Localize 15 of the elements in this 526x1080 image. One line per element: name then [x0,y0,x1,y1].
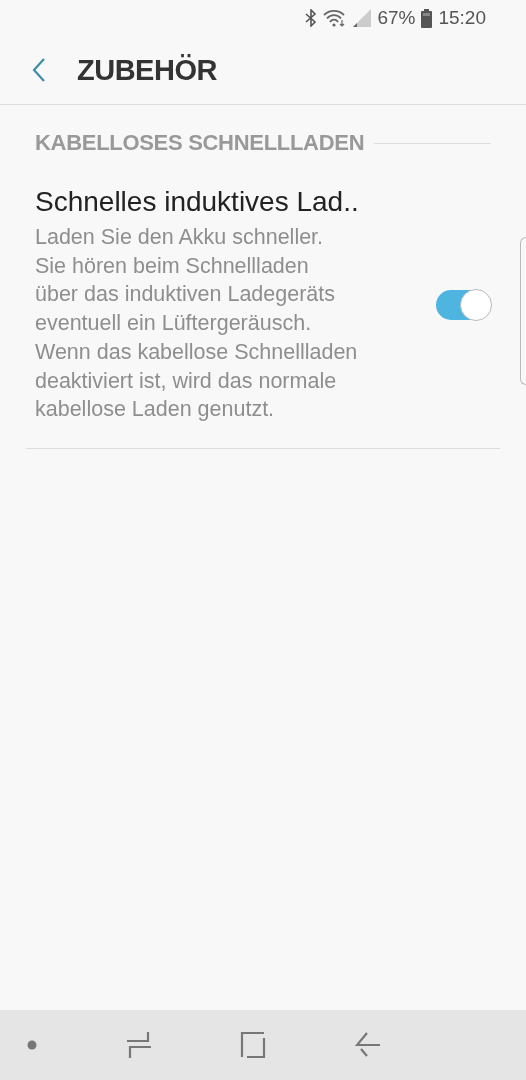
battery-percentage: 67% [377,7,416,29]
bluetooth-icon [305,9,318,27]
signal-icon [353,9,372,27]
section-header: KABELLOSES SCHNELLLADEN [35,130,365,156]
setting-description: Laden Sie den Akku schneller. Sie hören beim Schnellladen über das induktiven Ladegeräts eventuell ein Lüftergeräusch. Wenn das kabellose Schnellladen deaktiviert ist, wird das normale kabellose Laden genutzt. [35,224,359,424]
back-icon[interactable] [31,57,47,83]
setting-title: Schnelles induktives Lad.. [35,186,360,218]
back-icon[interactable] [354,1032,381,1058]
battery-icon [421,8,433,28]
dot-icon[interactable] [27,1040,37,1050]
toggle-switch[interactable] [436,289,490,320]
page-title: ZUBEHÖR [77,53,217,87]
recent-apps-icon[interactable] [125,1031,152,1059]
clock-time: 15:20 [438,7,486,29]
home-icon[interactable] [240,1032,266,1058]
